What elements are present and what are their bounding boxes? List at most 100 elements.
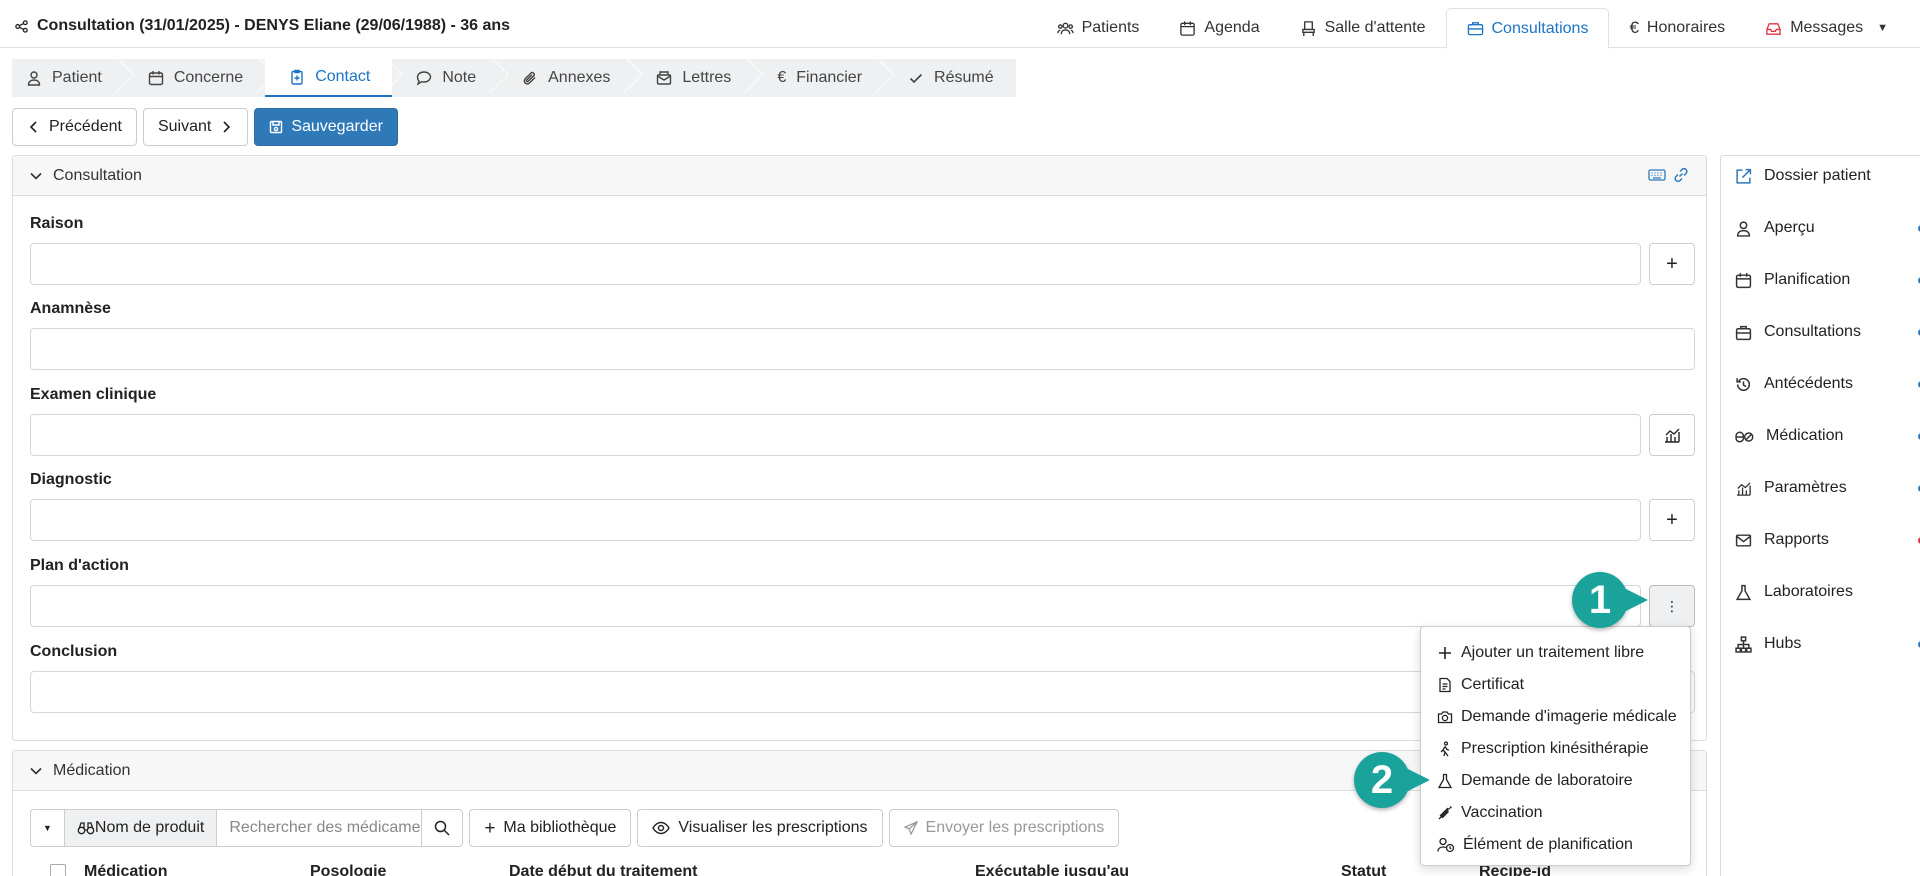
nav-consultations[interactable]: Consultations — [1445, 8, 1610, 49]
send-icon — [903, 821, 918, 835]
menu-item-vaccination[interactable]: Vaccination — [1421, 797, 1690, 829]
menu-item-laboratoire[interactable]: Demande de laboratoire — [1421, 765, 1690, 797]
sidebar-item-consultations[interactable]: Consultations — [1735, 323, 1920, 341]
check-icon — [909, 73, 923, 84]
menu-item-kinesitherapie[interactable]: Prescription kinésithérapie — [1421, 733, 1690, 765]
diagnostic-add-button[interactable]: + — [1649, 499, 1695, 541]
keyboard-icon[interactable] — [1648, 166, 1666, 184]
previous-button[interactable]: Précédent — [12, 108, 137, 146]
menu-item-planification[interactable]: Élément de planification — [1421, 829, 1690, 861]
sidebar-item-hubs[interactable]: Hubs — [1735, 635, 1920, 653]
chevron-down-icon: ▼ — [1877, 22, 1888, 34]
next-button[interactable]: Suivant — [142, 108, 249, 146]
sidebar-item-rapports[interactable]: Rapports — [1735, 531, 1920, 549]
tab-annexes[interactable]: Annexes — [498, 59, 632, 97]
chevron-down-icon — [30, 767, 42, 775]
camera-icon — [1437, 711, 1453, 724]
search-mode-dropdown[interactable]: ▼ — [31, 810, 65, 846]
anamnese-field: Anamnèse — [30, 300, 1695, 370]
save-icon — [270, 120, 283, 134]
walking-icon — [1440, 741, 1450, 757]
calendar-icon — [148, 71, 164, 86]
sidebar-item-medication[interactable]: Médication — [1735, 427, 1920, 445]
graph-icon — [1736, 481, 1751, 496]
paperclip-icon — [523, 71, 536, 85]
euro-icon: € — [777, 69, 787, 86]
tab-patient[interactable]: Patient — [12, 59, 124, 97]
nav-messages[interactable]: Messages ▼ — [1745, 8, 1908, 48]
column-header[interactable]: Posologie — [310, 863, 509, 876]
tab-concerne[interactable]: Concerne — [124, 59, 265, 97]
briefcase-icon — [1467, 22, 1483, 36]
calendar-icon — [1180, 20, 1196, 36]
person-icon — [1736, 220, 1751, 237]
tab-lettres[interactable]: Lettres — [632, 59, 753, 97]
raison-field: Raison + — [30, 215, 1695, 285]
sidebar-item-antecedents[interactable]: Antécédents — [1735, 375, 1920, 393]
column-header[interactable]: Exécutable jusqu'au — [975, 863, 1341, 876]
raison-label: Raison — [30, 215, 84, 232]
diagnostic-input[interactable] — [30, 499, 1641, 541]
send-prescriptions-button[interactable]: Envoyer les prescriptions — [888, 809, 1120, 847]
nav-honoraires[interactable]: € Honoraires — [1609, 8, 1745, 48]
product-name-toggle[interactable]: Nom de produit — [64, 810, 218, 846]
envelope-icon — [1735, 533, 1752, 547]
tab-resume[interactable]: Résumé — [884, 59, 1016, 97]
plan-action-field: Plan d'action ⋮ — [30, 557, 1695, 627]
flask-icon — [1437, 773, 1453, 789]
sidebar-item-apercu[interactable]: Aperçu — [1735, 219, 1920, 237]
nav-agenda[interactable]: Agenda — [1159, 8, 1279, 48]
diagnostic-field: Diagnostic + — [30, 471, 1695, 541]
main-nav: Patients Agenda Salle d'attente Consulta… — [1037, 8, 1908, 49]
users-icon — [1056, 22, 1074, 34]
search-button[interactable] — [422, 810, 463, 846]
link-icon[interactable] — [1672, 166, 1690, 184]
view-prescriptions-button[interactable]: Visualiser les prescriptions — [637, 809, 883, 847]
eye-icon — [652, 821, 671, 835]
flask-icon — [1735, 584, 1752, 600]
chair-icon — [1301, 20, 1315, 36]
sidebar-item-parametres[interactable]: Paramètres — [1735, 479, 1920, 497]
sidebar-item-dossier-patient[interactable]: Dossier patient — [1735, 167, 1920, 185]
column-header[interactable]: Médication — [84, 863, 310, 876]
plan-action-input[interactable] — [30, 585, 1641, 627]
medication-search-group: ▼ Nom de produit Rechercher des médicame… — [30, 809, 464, 847]
panel-tools — [1648, 166, 1690, 184]
examen-label: Examen clinique — [30, 386, 157, 403]
sidebar-item-planification[interactable]: Planification — [1735, 271, 1920, 289]
raison-add-button[interactable]: + — [1649, 243, 1695, 285]
tab-note[interactable]: Note — [392, 59, 498, 97]
save-button[interactable]: Sauvegarder — [254, 108, 398, 146]
my-library-button[interactable]: + Ma bibliothèque — [469, 809, 632, 847]
diagnostic-label: Diagnostic — [30, 471, 112, 488]
menu-item-certificat[interactable]: Certificat — [1421, 669, 1690, 701]
menu-item-traitement-libre[interactable]: Ajouter un traitement libre — [1421, 637, 1690, 669]
examen-field: Examen clinique — [30, 386, 1695, 456]
euro-icon: € — [1629, 18, 1639, 37]
column-header[interactable]: Date début du traitement — [509, 863, 975, 876]
pills-icon — [1735, 431, 1754, 443]
examen-chart-button[interactable] — [1649, 414, 1695, 456]
tab-contact[interactable]: Contact — [265, 59, 393, 97]
chevron-right-icon — [223, 121, 231, 133]
callout-2: 2 — [1354, 752, 1430, 808]
action-buttons: Précédent Suivant Sauvegarder — [12, 108, 398, 146]
nav-salle-attente[interactable]: Salle d'attente — [1280, 8, 1446, 48]
nav-patients[interactable]: Patients — [1037, 8, 1160, 48]
sidebar-item-laboratoires[interactable]: Laboratoires — [1735, 583, 1920, 601]
raison-input[interactable] — [30, 243, 1641, 285]
tab-financier[interactable]: € Financier — [753, 59, 884, 97]
consultation-panel-header[interactable]: Consultation — [13, 156, 1706, 196]
select-all-checkbox[interactable] — [50, 864, 66, 876]
medication-toolbar: ▼ Nom de produit Rechercher des médicame… — [30, 809, 1120, 847]
medication-search-input[interactable]: Rechercher des médicaments — [217, 810, 423, 846]
plan-action-more-button[interactable]: ⋮ — [1649, 585, 1695, 627]
plan-action-label: Plan d'action — [30, 557, 129, 574]
person-clock-icon — [1437, 837, 1455, 853]
inbox-icon — [1766, 22, 1781, 35]
top-header: Consultation (31/01/2025) - DENYS Eliane… — [0, 0, 1920, 49]
graph-icon — [1665, 428, 1680, 443]
anamnese-input[interactable] — [30, 328, 1695, 370]
menu-item-imagerie[interactable]: Demande d'imagerie médicale — [1421, 701, 1690, 733]
examen-input[interactable] — [30, 414, 1641, 456]
